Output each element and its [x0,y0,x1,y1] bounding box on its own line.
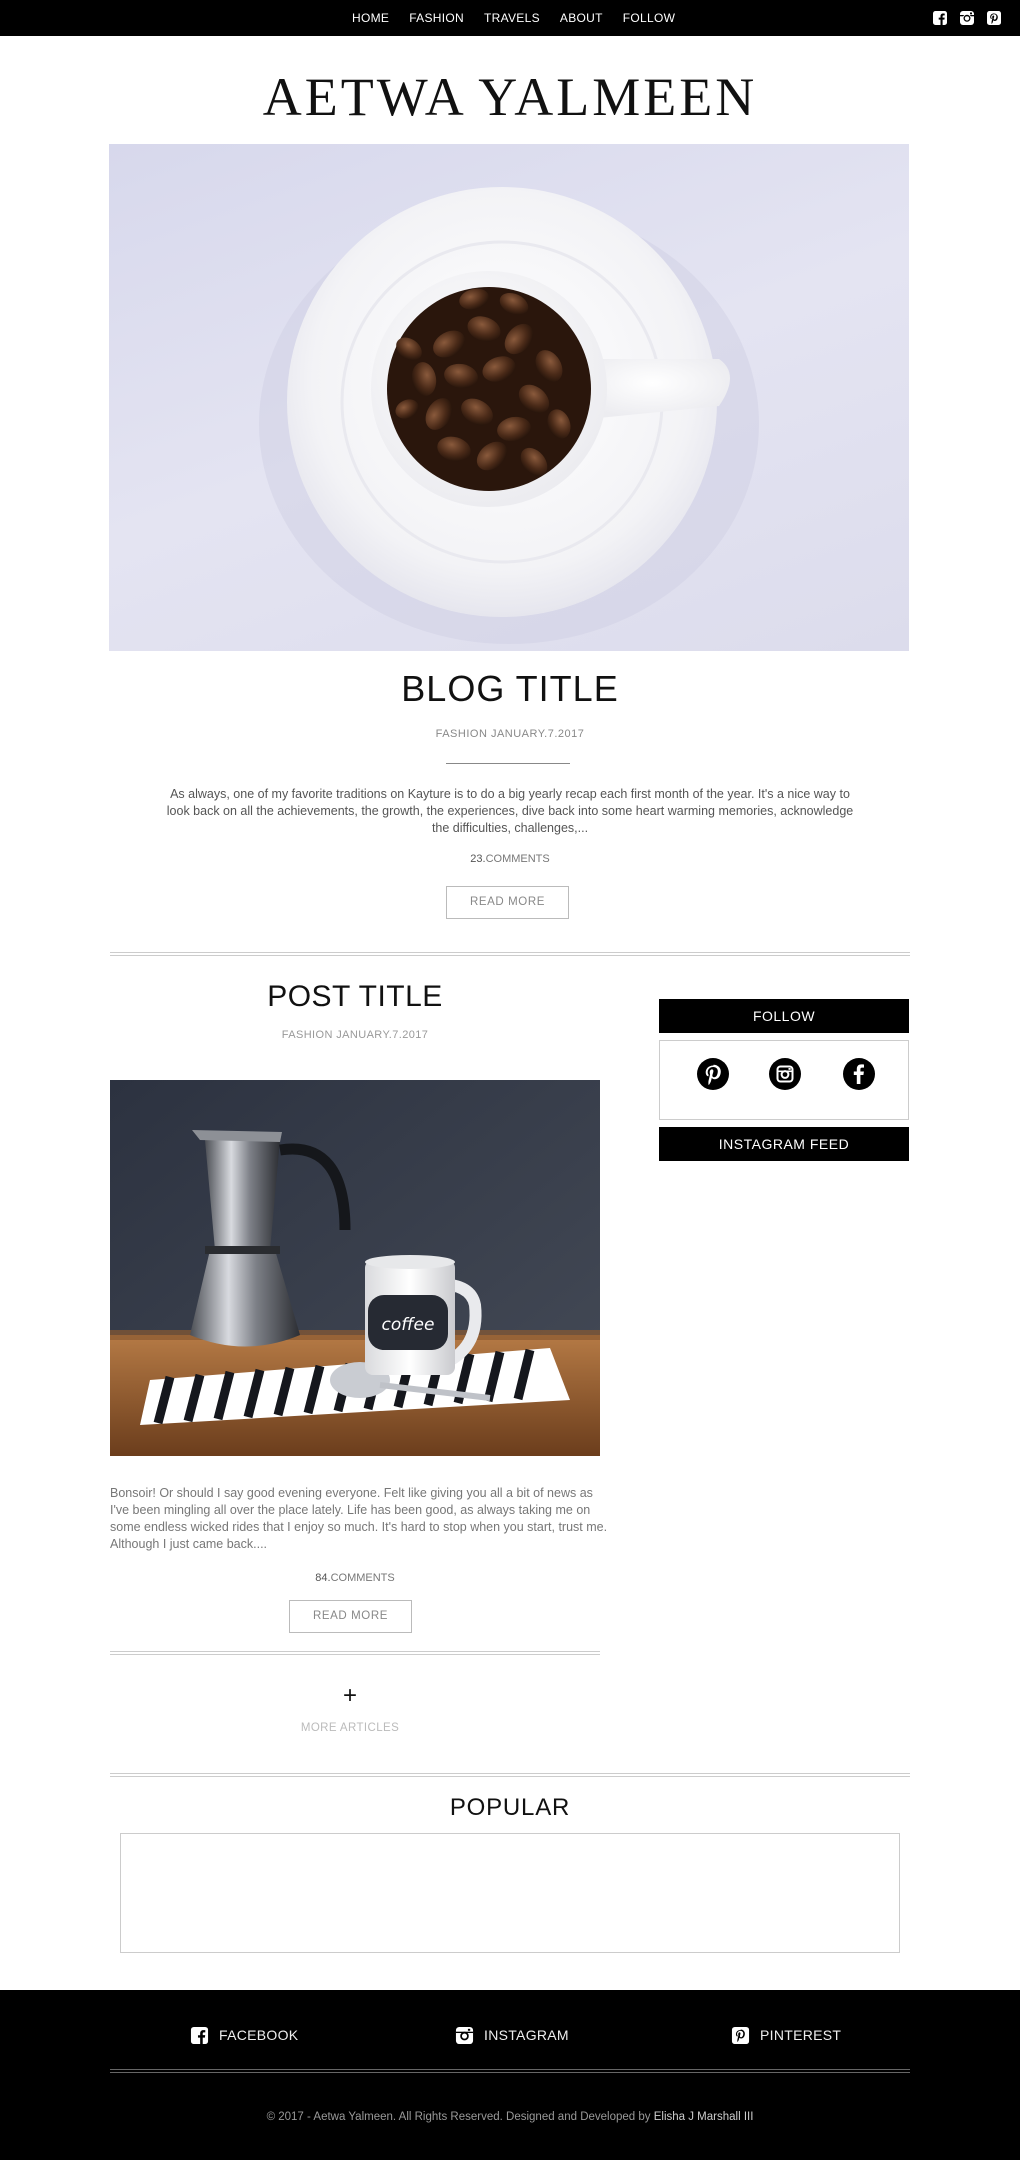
featured-comments-link[interactable]: 23.COMMENTS [0,853,1020,865]
sidebar-follow-box [659,1040,909,1120]
facebook-icon[interactable] [932,10,948,26]
nav-follow-link[interactable]: FOLLOW [623,11,675,25]
instagram-icon[interactable] [769,1058,801,1090]
section-divider [110,952,910,956]
instagram-icon [455,2026,474,2044]
site-brand-title[interactable]: AETWA YALMEEN [0,66,1020,128]
popular-heading: POPULAR [449,1794,571,1821]
copyright-text: © 2017 - Aetwa Yalmeen. All Rights Reser… [266,2111,654,2123]
nav-links: HOME FASHION TRAVELS ABOUT FOLLOW [352,0,675,36]
footer-instagram-label: INSTAGRAM [484,2027,569,2043]
moka-pot-coffee-mug-illustration: coffee [110,1080,600,1456]
post-divider [110,1651,600,1655]
facebook-icon[interactable] [843,1058,875,1090]
comments-label: COMMENTS [485,853,550,865]
divider [446,763,570,764]
hero-image[interactable] [109,144,909,651]
footer-copyright: © 2017 - Aetwa Yalmeen. All Rights Reser… [0,2111,1020,2123]
featured-blog-excerpt: As always, one of my favorite traditions… [166,787,854,835]
featured-read-more-button[interactable]: READ MORE [446,886,569,919]
post-read-more-button[interactable]: READ MORE [289,1600,412,1633]
sidebar-follow-heading: FOLLOW [659,999,909,1033]
footer-facebook-label: FACEBOOK [219,2027,299,2043]
nav-travels-link[interactable]: TRAVELS [484,11,540,25]
featured-blog-title[interactable]: BLOG TITLE [0,668,1020,710]
mug-label: coffee [382,1315,435,1335]
pinterest-icon [731,2026,750,2044]
coffee-beans-cup-illustration [259,187,759,644]
nav-social-icons [932,10,1002,26]
footer-pinterest-link[interactable]: PINTEREST [731,2025,841,2045]
nav-about-link[interactable]: ABOUT [560,11,603,25]
post-excerpt: Bonsoir! Or should I say good evening ev… [110,1486,608,1551]
comments-label: COMMENTS [330,1572,395,1584]
footer-pinterest-label: PINTEREST [760,2027,842,2043]
facebook-icon [190,2026,209,2044]
post-comments-link[interactable]: 84.COMMENTS [110,1572,600,1584]
more-articles-plus-icon[interactable]: + [339,1682,361,1710]
footer-divider [110,2069,910,2073]
popular-posts-container [120,1833,900,1953]
post-image[interactable]: coffee [110,1080,600,1456]
post-meta: FASHION JANUARY.7.2017 [281,1029,429,1041]
instagram-icon[interactable] [959,10,975,26]
nav-home-link[interactable]: HOME [352,11,389,25]
comments-count: 84. [315,1572,331,1584]
pinterest-icon[interactable] [986,10,1002,26]
nav-fashion-link[interactable]: FASHION [409,11,464,25]
footer-facebook-link[interactable]: FACEBOOK [190,2025,298,2045]
footer-instagram-link[interactable]: INSTAGRAM [455,2025,569,2045]
pinterest-icon[interactable] [697,1058,729,1090]
more-articles-link[interactable]: MORE ARTICLES [250,1722,450,1734]
popular-divider [110,1773,910,1777]
comments-count: 23. [470,853,486,865]
featured-blog-meta: FASHION JANUARY.7.2017 [435,728,585,740]
sidebar-instagram-feed-heading: INSTAGRAM FEED [659,1127,909,1161]
footer: FACEBOOK INSTAGRAM PINTEREST © 2017 - Ae… [0,1990,1020,2160]
post-title[interactable]: POST TITLE [110,980,600,1014]
author-link[interactable]: Elisha J Marshall III [654,2111,754,2123]
top-navbar: HOME FASHION TRAVELS ABOUT FOLLOW [0,0,1020,36]
